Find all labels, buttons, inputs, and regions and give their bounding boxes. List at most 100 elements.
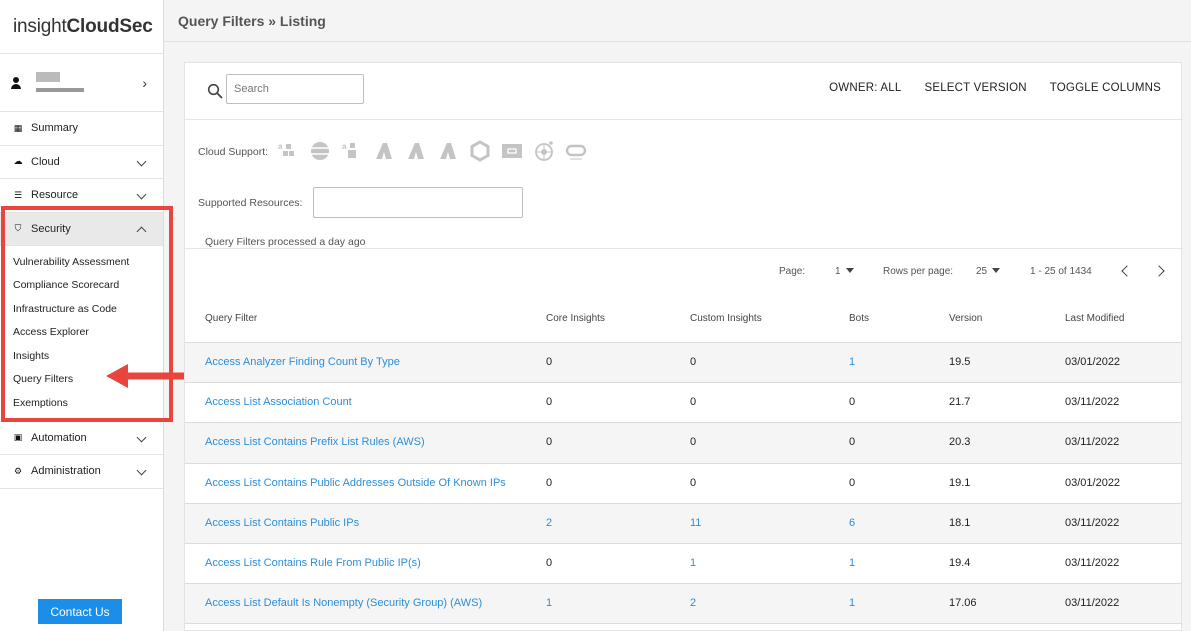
core-insights-value: 0 (546, 476, 553, 489)
core-insights-value: 0 (546, 356, 553, 368)
version-value: 19.1 (949, 476, 971, 489)
column-header-version[interactable]: Version (949, 313, 982, 324)
breadcrumb: Query Filters » Listing (164, 0, 1191, 42)
subnav-compliance-scorecard[interactable]: Compliance Scorecard (0, 274, 163, 298)
table-row: Access List Contains Rule From Public IP… (185, 544, 1181, 585)
query-filter-link[interactable]: Access List Contains Public IPs (205, 517, 359, 529)
version-value: 19.4 (949, 556, 971, 569)
nav-item-security[interactable]: ⛉ Security (0, 212, 163, 246)
custom-insights-link[interactable]: 11 (690, 517, 701, 529)
gcp-icon[interactable] (469, 140, 491, 162)
rows-per-page-label: Rows per page: (883, 266, 954, 277)
chevron-down-icon (136, 432, 147, 442)
bots-value: 0 (849, 396, 856, 409)
table-row: Access List Contains Prefix List Rules (… (185, 423, 1181, 464)
bots-value: 0 (849, 476, 856, 489)
svg-text:a: a (278, 142, 283, 151)
core-insights-link[interactable]: 2 (546, 517, 552, 529)
chevron-left-icon[interactable] (1119, 264, 1131, 278)
custom-insights-link[interactable]: 1 (690, 557, 696, 569)
bots-link[interactable]: 1 (849, 557, 855, 569)
supported-resources-input[interactable] (313, 187, 523, 218)
page-select[interactable]: 1 (835, 266, 854, 277)
bots-link[interactable]: 1 (849, 356, 855, 368)
nav-item-summary[interactable]: ▦ Summary (0, 112, 163, 146)
oracle-icon[interactable] (565, 140, 587, 162)
security-subnav: Vulnerability Assessment Compliance Scor… (0, 246, 163, 422)
logo-text-light: insight (13, 15, 67, 37)
custom-insights-link[interactable]: 2 (690, 597, 696, 609)
query-filter-link[interactable]: Access List Association Count (205, 396, 352, 408)
kubernetes-icon[interactable] (533, 140, 555, 162)
version-value: 21.7 (949, 396, 971, 409)
nav-label: Automation (31, 431, 87, 444)
processed-status-text: Query Filters processed a day ago (205, 236, 366, 248)
core-insights-value: 0 (546, 436, 553, 449)
aws-icon[interactable]: a (277, 140, 299, 162)
custom-insights-value: 0 (690, 356, 697, 368)
chevron-right-icon: › (142, 75, 147, 91)
column-header-last-modified[interactable]: Last Modified (1065, 313, 1124, 324)
page-value: 1 (835, 266, 841, 277)
azure-icon[interactable] (373, 140, 395, 162)
subnav-insights[interactable]: Insights (0, 344, 163, 368)
column-header-custom-insights[interactable]: Custom Insights (690, 313, 762, 324)
bots-link[interactable]: 1 (849, 597, 855, 609)
dashboard-icon: ▦ (13, 122, 23, 133)
core-insights-link[interactable]: 1 (546, 597, 552, 609)
aws-govcloud-icon[interactable]: a (341, 140, 363, 162)
page-title: Query Filters » Listing (178, 12, 326, 29)
rows-per-page-select[interactable]: 25 (976, 266, 1001, 277)
subnav-query-filters[interactable]: Query Filters (0, 368, 163, 392)
query-filter-link[interactable]: Access List Default Is Nonempty (Securit… (205, 597, 482, 609)
nav-item-automation[interactable]: ▣ Automation (0, 422, 163, 455)
column-header-query-filter[interactable]: Query Filter (205, 313, 257, 324)
toolbar-actions: OWNER: ALL SELECT VERSION TOGGLE COLUMNS (829, 82, 1161, 94)
globe-cloud-icon[interactable] (309, 140, 331, 162)
query-filter-link[interactable]: Access List Contains Public Addresses Ou… (205, 477, 506, 489)
query-filter-link[interactable]: Access List Contains Prefix List Rules (… (205, 436, 425, 448)
query-filter-link[interactable]: Access Analyzer Finding Count By Type (205, 356, 400, 368)
chevron-right-icon[interactable] (1155, 264, 1167, 278)
version-value: 19.5 (949, 356, 971, 368)
app-logo[interactable]: insight CloudSec (0, 0, 163, 54)
contact-us-button[interactable]: Contact Us (38, 599, 122, 624)
subnav-infrastructure-as-code[interactable]: Infrastructure as Code (0, 297, 163, 321)
table-body: Access Analyzer Finding Count By Type 0 … (185, 343, 1181, 625)
table-row: Access List Contains Public IPs 2 11 6 1… (185, 503, 1181, 544)
azure-gov-icon[interactable] (437, 140, 459, 162)
nav-item-administration[interactable]: ⚙ Administration (0, 455, 163, 489)
core-insights-value: 0 (546, 556, 553, 569)
toggle-columns-button[interactable]: TOGGLE COLUMNS (1050, 82, 1161, 94)
nav-item-cloud[interactable]: ☁ Cloud (0, 146, 163, 179)
select-version-button[interactable]: SELECT VERSION (924, 82, 1026, 94)
subnav-exemptions[interactable]: Exemptions (0, 391, 163, 415)
user-profile-row[interactable]: › (0, 54, 163, 112)
alibaba-icon[interactable] (501, 140, 523, 162)
column-header-core-insights[interactable]: Core Insights (546, 313, 605, 324)
supported-resources-label: Supported Resources: (198, 197, 303, 209)
owner-filter-button[interactable]: OWNER: ALL (829, 82, 901, 94)
last-modified-value: 03/01/2022 (1065, 356, 1121, 368)
pagination-range: 1 - 25 of 1434 (1030, 266, 1092, 277)
search-input[interactable] (226, 74, 364, 104)
last-modified-value: 03/01/2022 (1065, 476, 1121, 489)
svg-text:a: a (342, 142, 347, 151)
nav-item-resource[interactable]: ☰ Resource (0, 179, 163, 213)
list-icon: ☰ (13, 189, 23, 200)
table-row: Access List Default Is Nonempty (Securit… (185, 584, 1181, 625)
query-filter-link[interactable]: Access List Contains Rule From Public IP… (205, 557, 421, 569)
subnav-vulnerability-assessment[interactable]: Vulnerability Assessment (0, 250, 163, 274)
bots-link[interactable]: 6 (849, 517, 855, 529)
shield-icon: ⛉ (14, 223, 22, 234)
subnav-access-explorer[interactable]: Access Explorer (0, 321, 163, 345)
nav-label: Cloud (31, 155, 60, 168)
sidebar: insight CloudSec › ▦ Summary ☁ Cloud ☰ Re… (0, 0, 164, 631)
column-header-bots[interactable]: Bots (849, 313, 869, 324)
user-icon (10, 76, 22, 89)
azure-china-icon[interactable] (405, 140, 427, 162)
rows-value: 25 (976, 266, 988, 277)
core-insights-value: 0 (546, 396, 553, 409)
cloud-support-label: Cloud Support: (198, 146, 269, 158)
page-label: Page: (779, 266, 806, 277)
